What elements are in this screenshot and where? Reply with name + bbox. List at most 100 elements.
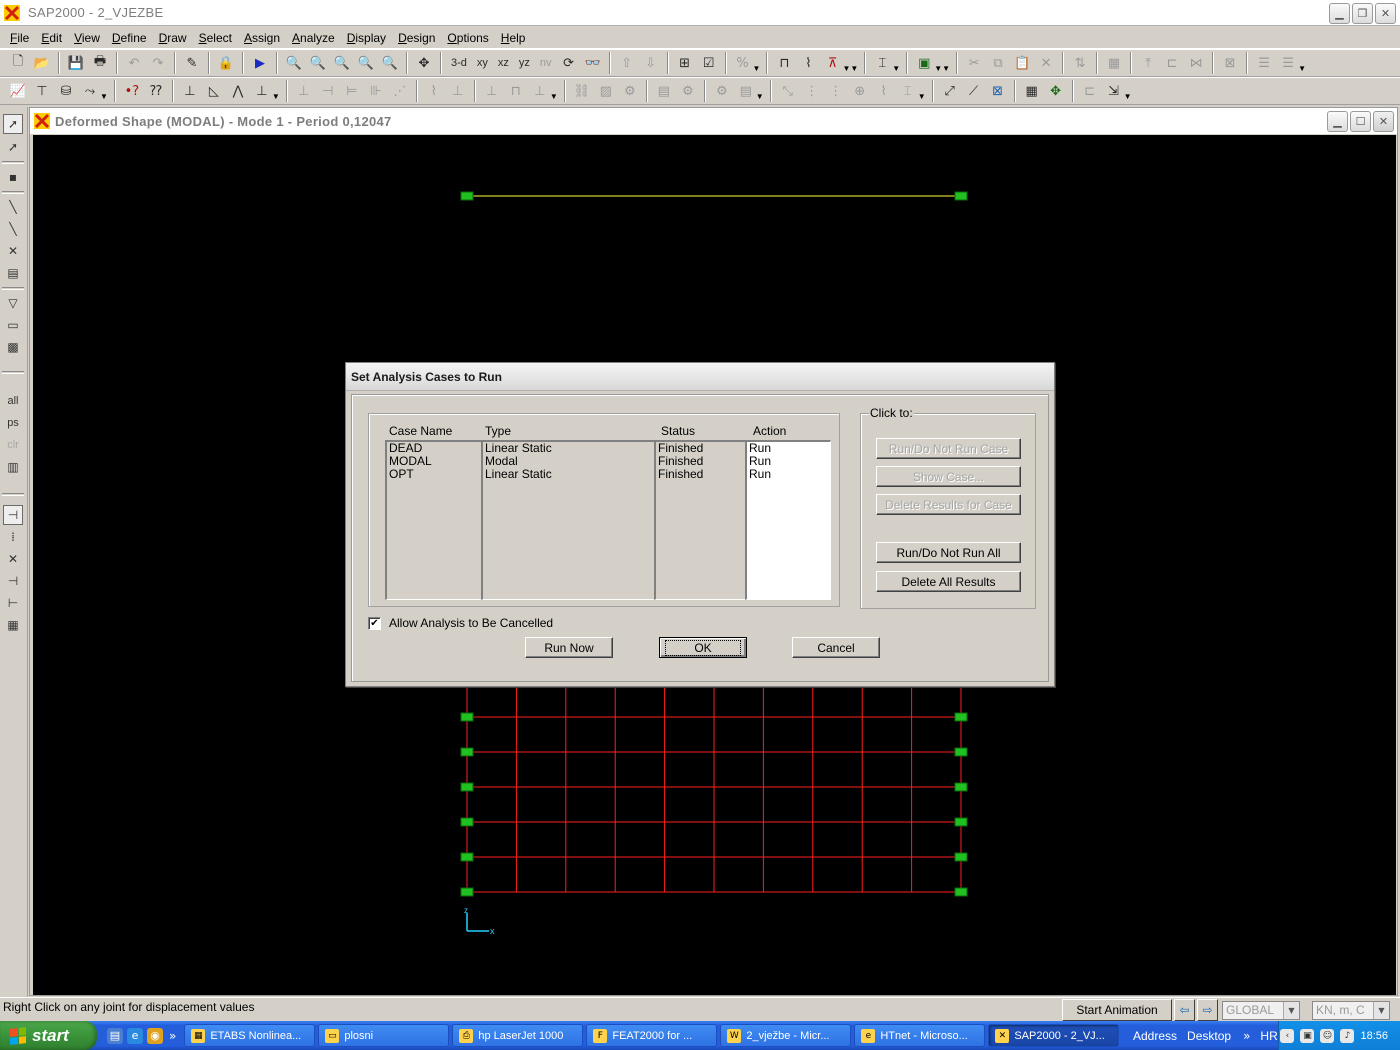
snap-to-lines-icon[interactable]: ⊢ <box>3 593 23 613</box>
run-do-not-run-all-button[interactable]: Run/Do Not Run All <box>876 542 1021 563</box>
status-list[interactable]: Finished Finished Finished <box>654 440 746 600</box>
menu-select[interactable]: Select <box>193 31 238 45</box>
restore-previous-zoom-icon[interactable]: 🔍 <box>331 52 353 74</box>
view-yz-button[interactable]: yz <box>515 52 534 74</box>
display-forces-icon[interactable]: ⚙ <box>711 80 733 102</box>
snap-points-icon[interactable]: ⋮ <box>825 80 847 102</box>
previous-mode-icon[interactable]: ⇦ <box>1174 999 1195 1021</box>
case-name-list[interactable]: DEAD MODAL OPT <box>385 440 482 600</box>
snap-to-midpoints-icon[interactable]: ⟋ <box>963 80 985 102</box>
close-button[interactable]: ✕ <box>1375 3 1396 24</box>
quick-draw-area-icon[interactable]: ▩ <box>3 337 23 357</box>
dropdown-arrow-icon[interactable]: ▼ <box>934 64 942 73</box>
desktop-label[interactable]: Desktop <box>1187 1029 1231 1043</box>
chevron-down-icon[interactable]: ▼ <box>1373 1002 1389 1019</box>
taskbar-button[interactable]: ⎙ hp LaserJet 1000 <box>452 1024 584 1047</box>
run-do-not-run-case-button[interactable]: Run/Do Not Run Case <box>876 438 1021 459</box>
menu-help[interactable]: Help <box>495 31 532 45</box>
language-indicator[interactable]: HR <box>1260 1029 1277 1043</box>
child-window-title-bar[interactable]: Deformed Shape (MODAL) - Mode 1 - Period… <box>30 108 1397 134</box>
paste-icon[interactable]: 📋 <box>1011 52 1033 74</box>
snap-to-grid-icon[interactable]: ▦ <box>1021 80 1043 102</box>
view-xy-button[interactable]: xy <box>473 52 492 74</box>
units-select[interactable]: KN, m, C ▼ <box>1312 1001 1390 1020</box>
snap-to-joints-icon[interactable]: ⤢ <box>939 80 961 102</box>
run-analysis-icon[interactable]: ▶ <box>249 52 271 74</box>
show-deformed-shape-icon[interactable]: ⊼ <box>821 52 843 74</box>
snap-ends-icon[interactable]: ⌇ <box>873 80 895 102</box>
show-forces-icon[interactable]: ⌶ <box>871 52 893 74</box>
assign-percent-icon[interactable]: % <box>732 52 754 74</box>
assign-spring-icon[interactable]: ⌇ <box>423 80 445 102</box>
perspective-icon[interactable]: 👓 <box>582 52 604 74</box>
design-steel-icon[interactable]: ⛓ <box>571 80 593 102</box>
menu-design[interactable]: Design <box>392 31 441 45</box>
dropdown-arrow-icon[interactable]: ▼ <box>100 92 108 101</box>
taskbar-button[interactable]: ✕ SAP2000 - 2_VJ... <box>988 1024 1120 1047</box>
dropdown-arrow-icon[interactable]: ▼ <box>1124 92 1132 101</box>
dropdown-arrow-icon[interactable]: ▼ <box>1298 64 1306 73</box>
messenger-icon[interactable]: ☺ <box>1320 1028 1335 1043</box>
extrude-icon[interactable]: ⤒ <box>1137 52 1159 74</box>
snap-icon[interactable]: ⋮ <box>801 80 823 102</box>
redo-icon[interactable]: ↷ <box>147 52 169 74</box>
reshape-icon[interactable]: ⤡ <box>777 80 799 102</box>
new-model-icon[interactable]: 🗋 <box>7 52 29 74</box>
menu-analyze[interactable]: Analyze <box>286 31 341 45</box>
show-case-button[interactable]: Show Case... <box>876 466 1021 487</box>
draw-joint-icon[interactable]: ▪ <box>3 167 23 187</box>
area-loads-icon[interactable]: ⊥ <box>251 80 273 102</box>
ie-icon[interactable]: e <box>127 1027 143 1044</box>
restore-button[interactable]: ❐ <box>1352 3 1373 24</box>
status-cell[interactable]: Finished <box>656 468 745 481</box>
minimize-button[interactable]: ▁ <box>1329 3 1350 24</box>
dropdown-arrow-icon[interactable]: ▼ <box>942 64 950 73</box>
cancel-button[interactable]: Cancel <box>792 637 880 658</box>
move-up-icon[interactable]: ⇧ <box>616 52 638 74</box>
move-down-icon[interactable]: ⇩ <box>640 52 662 74</box>
start-animation-button[interactable]: Start Animation <box>1062 999 1172 1021</box>
tray-arrow-icon[interactable]: ‹ <box>1280 1028 1295 1043</box>
dropdown-arrow-icon[interactable]: ▼ <box>756 92 764 101</box>
snap-to-lines-icon[interactable]: ✥ <box>1045 80 1067 102</box>
snap-to-intersections-icon[interactable]: ⊠ <box>987 80 1009 102</box>
clear-selection-button[interactable]: clr <box>3 435 23 455</box>
action-list[interactable]: Run Run Run <box>745 440 831 600</box>
case-name-cell[interactable]: OPT <box>387 468 481 481</box>
undo-icon[interactable]: ↶ <box>123 52 145 74</box>
child-close-button[interactable]: ✕ <box>1373 111 1394 132</box>
menu-define[interactable]: Define <box>106 31 153 45</box>
draw-area-icon[interactable]: ⊪ <box>365 80 387 102</box>
align-icon[interactable]: ⊏ <box>1161 52 1183 74</box>
set-display-options-icon[interactable]: ☑ <box>698 52 720 74</box>
view-3d-button[interactable]: 3-d <box>447 52 471 74</box>
draw-poly-area-icon[interactable]: ▽ <box>3 293 23 313</box>
draw-link-icon[interactable]: ⋰ <box>389 80 411 102</box>
previous-select-button[interactable]: ps <box>3 413 23 433</box>
draw-cable-icon[interactable]: ⊨ <box>341 80 363 102</box>
start-button[interactable]: start <box>0 1021 97 1050</box>
delete-all-results-button[interactable]: Delete All Results <box>876 571 1021 592</box>
allow-cancel-row[interactable]: ✔ Allow Analysis to Be Cancelled <box>368 616 553 630</box>
dropdown-arrow-icon[interactable]: ▼ <box>892 64 900 73</box>
assign-frame-load-icon[interactable]: ⊓ <box>505 80 527 102</box>
taskbar-button[interactable]: e HTnet - Microso... <box>854 1024 986 1047</box>
get-previous-selection-icon[interactable]: ⇲ <box>1103 80 1125 102</box>
snap-to-perpendicular-icon[interactable]: ⊣ <box>3 571 23 591</box>
joint-restraints-icon[interactable]: ⊥ <box>179 80 201 102</box>
cut-icon[interactable]: ✂ <box>963 52 985 74</box>
dialog-title[interactable]: Set Analysis Cases to Run <box>346 363 1054 391</box>
snap-to-grid-icon[interactable]: ▦ <box>3 615 23 635</box>
join-frames-icon[interactable]: ☰ <box>1277 52 1299 74</box>
dropdown-arrow-icon[interactable]: ▼ <box>918 92 926 101</box>
intersecting-line-select-icon[interactable]: ▥ <box>3 457 23 477</box>
type-cell[interactable]: Linear Static <box>483 468 654 481</box>
replicate-icon[interactable]: ⇅ <box>1069 52 1091 74</box>
ok-button[interactable]: OK <box>659 637 747 658</box>
show-loads-icon[interactable]: ⌇ <box>797 52 819 74</box>
taskbar-button[interactable]: W 2_vježbe - Micr... <box>720 1024 852 1047</box>
set-select-icon[interactable]: ⊏ <box>1079 80 1101 102</box>
merge-icon[interactable]: ⋈ <box>1185 52 1207 74</box>
analysis-options-icon[interactable]: ⁇ <box>145 80 167 102</box>
network-icon[interactable]: ▣ <box>1300 1028 1315 1043</box>
